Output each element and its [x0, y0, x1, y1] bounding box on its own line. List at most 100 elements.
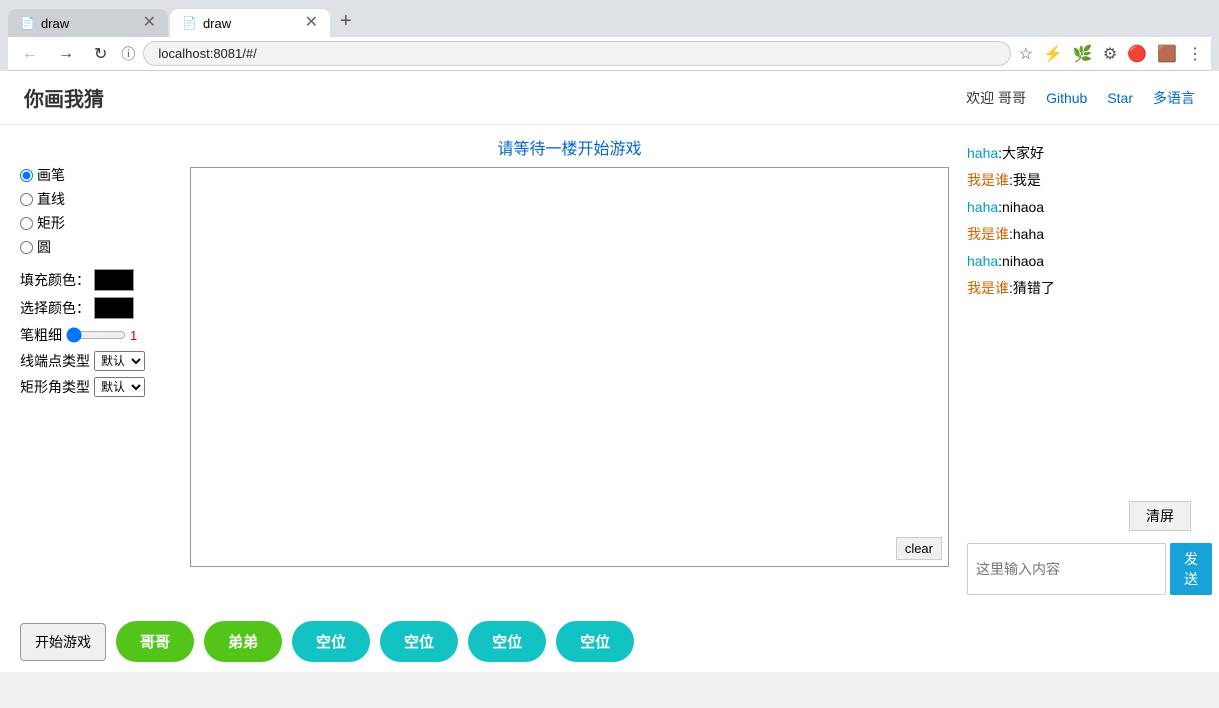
browser-toolbar-icons: ☆ ⚡ 🌿 ⚙ 🔴 🟫 ⋮ — [1019, 44, 1203, 64]
tool-line-radio[interactable] — [20, 193, 33, 206]
tool-rect-label: 矩形 — [37, 213, 65, 233]
player-button-p3[interactable]: 空位 — [292, 621, 370, 662]
tool-circle-radio[interactable] — [20, 241, 33, 254]
rect-corner-select[interactable]: 默认 — [94, 377, 145, 397]
tool-pen[interactable]: 画笔 — [20, 165, 180, 185]
tab2-favicon: 📄 — [182, 16, 197, 30]
tool-radio-group: 画笔 直线 矩形 圆 — [20, 165, 180, 257]
chat-content: haha — [1013, 226, 1044, 242]
tool-circle-label: 圆 — [37, 237, 51, 257]
chat-message: 我是谁:猜错了 — [967, 278, 1191, 299]
refresh-button[interactable]: ↻ — [88, 42, 113, 66]
extension5-icon[interactable]: 🟫 — [1157, 44, 1177, 64]
more-menu-icon[interactable]: ⋮ — [1187, 44, 1203, 64]
bottom-bar: 开始游戏 哥哥弟弟空位空位空位空位 — [0, 611, 1219, 672]
bookmark-icon[interactable]: ☆ — [1019, 44, 1033, 64]
line-end-row: 线端点类型 默认 — [20, 351, 180, 371]
chat-content: nihaoa — [1002, 253, 1044, 269]
nav-welcome: 欢迎 哥哥 — [966, 88, 1026, 108]
chat-content: 大家好 — [1002, 145, 1044, 161]
chat-sender: 我是谁 — [967, 226, 1009, 242]
extension4-icon[interactable]: 🔴 — [1127, 44, 1147, 64]
line-end-label: 线端点类型 — [20, 351, 90, 371]
nav-lang[interactable]: 多语言 — [1153, 88, 1195, 108]
chat-sender: haha — [967, 199, 998, 215]
stroke-row: 笔粗细 1 — [20, 325, 180, 345]
new-tab-button[interactable]: + — [332, 6, 360, 37]
nav-github[interactable]: Github — [1046, 90, 1087, 106]
app-container: 你画我猜 欢迎 哥哥 Github Star 多语言 画笔 直线 — [0, 71, 1219, 672]
tool-rect-radio[interactable] — [20, 217, 33, 230]
chat-input[interactable] — [967, 543, 1166, 595]
fill-color-row: 填充颜色： — [20, 269, 180, 291]
rect-corner-label: 矩形角类型 — [20, 377, 90, 397]
extension3-icon[interactable]: ⚙ — [1103, 44, 1117, 64]
stroke-label: 笔粗细 — [20, 325, 62, 345]
clear-button[interactable]: clear — [896, 537, 942, 560]
chat-sender: haha — [967, 253, 998, 269]
tool-rect[interactable]: 矩形 — [20, 213, 180, 233]
browser-chrome: 📄 draw ✕ 📄 draw ✕ + ← → ↻ ⓘ ☆ ⚡ 🌿 ⚙ 🔴 🟫 … — [0, 0, 1219, 71]
player-button-p6[interactable]: 空位 — [556, 621, 634, 662]
tool-line[interactable]: 直线 — [20, 189, 180, 209]
tab1-label: draw — [41, 16, 69, 31]
back-button[interactable]: ← — [16, 43, 44, 65]
tab1-close-icon[interactable]: ✕ — [143, 15, 156, 31]
start-game-button[interactable]: 开始游戏 — [20, 623, 106, 661]
chat-message: haha:nihaoa — [967, 251, 1191, 272]
address-bar-row: ← → ↻ ⓘ ☆ ⚡ 🌿 ⚙ 🔴 🟫 ⋮ — [8, 37, 1211, 71]
tab2-close-icon[interactable]: ✕ — [305, 15, 318, 31]
tab2-label: draw — [203, 16, 231, 31]
chat-content: nihaoa — [1002, 199, 1044, 215]
fill-color-label: 填充颜色： — [20, 270, 90, 290]
forward-button[interactable]: → — [52, 43, 80, 65]
tab-2[interactable]: 📄 draw ✕ — [170, 9, 330, 37]
extension1-icon[interactable]: ⚡ — [1043, 44, 1063, 64]
canvas-wrapper: clear — [190, 167, 949, 567]
fill-color-swatch[interactable] — [94, 269, 134, 291]
chat-sender: 我是谁 — [967, 280, 1009, 296]
stroke-value: 1 — [130, 328, 137, 343]
chat-sender: haha — [967, 145, 998, 161]
select-color-row: 选择颜色： — [20, 297, 180, 319]
app-nav: 欢迎 哥哥 Github Star 多语言 — [966, 88, 1195, 108]
chat-message: 我是谁:我是 — [967, 170, 1191, 191]
line-end-select[interactable]: 默认 — [94, 351, 145, 371]
chat-content: 猜错了 — [1013, 280, 1055, 296]
tool-line-label: 直线 — [37, 189, 65, 209]
chat-input-row: 发送 — [967, 543, 1191, 595]
player-button-p5[interactable]: 空位 — [468, 621, 546, 662]
app-logo: 你画我猜 — [24, 83, 104, 112]
clear-screen-button[interactable]: 清屏 — [1129, 501, 1191, 531]
extension2-icon[interactable]: 🌿 — [1073, 44, 1093, 64]
address-input[interactable] — [143, 41, 1010, 66]
tab-bar: 📄 draw ✕ 📄 draw ✕ + — [8, 6, 1211, 37]
tool-circle[interactable]: 圆 — [20, 237, 180, 257]
player-button-p1[interactable]: 哥哥 — [116, 621, 194, 662]
tab-1[interactable]: 📄 draw ✕ — [8, 9, 168, 37]
center-area: 请等待一楼开始游戏 clear — [190, 135, 949, 601]
nav-star[interactable]: Star — [1107, 90, 1133, 106]
lock-icon: ⓘ — [121, 44, 135, 64]
game-status: 请等待一楼开始游戏 — [190, 135, 949, 159]
chat-message: 我是谁:haha — [967, 224, 1191, 245]
tab1-favicon: 📄 — [20, 16, 35, 30]
main-layout: 画笔 直线 矩形 圆 填充颜色： 选择颜 — [0, 125, 1219, 611]
tool-pen-radio[interactable] — [20, 169, 33, 182]
player-button-p2[interactable]: 弟弟 — [204, 621, 282, 662]
draw-canvas[interactable] — [191, 168, 948, 566]
chat-send-button[interactable]: 发送 — [1170, 543, 1212, 595]
left-toolbar: 画笔 直线 矩形 圆 填充颜色： 选择颜 — [20, 135, 180, 601]
player-button-p4[interactable]: 空位 — [380, 621, 458, 662]
chat-messages: haha:大家好我是谁:我是haha:nihaoa我是谁:hahahaha:ni… — [959, 135, 1199, 495]
chat-message: haha:大家好 — [967, 143, 1191, 164]
rect-corner-row: 矩形角类型 默认 — [20, 377, 180, 397]
app-header: 你画我猜 欢迎 哥哥 Github Star 多语言 — [0, 71, 1219, 125]
chat-content: 我是 — [1013, 172, 1041, 188]
stroke-slider[interactable] — [66, 327, 126, 343]
right-panel: haha:大家好我是谁:我是haha:nihaoa我是谁:hahahaha:ni… — [959, 135, 1199, 601]
tool-pen-label: 画笔 — [37, 165, 65, 185]
select-color-swatch[interactable] — [94, 297, 134, 319]
player-buttons: 哥哥弟弟空位空位空位空位 — [116, 621, 1199, 662]
select-color-label: 选择颜色： — [20, 298, 90, 318]
